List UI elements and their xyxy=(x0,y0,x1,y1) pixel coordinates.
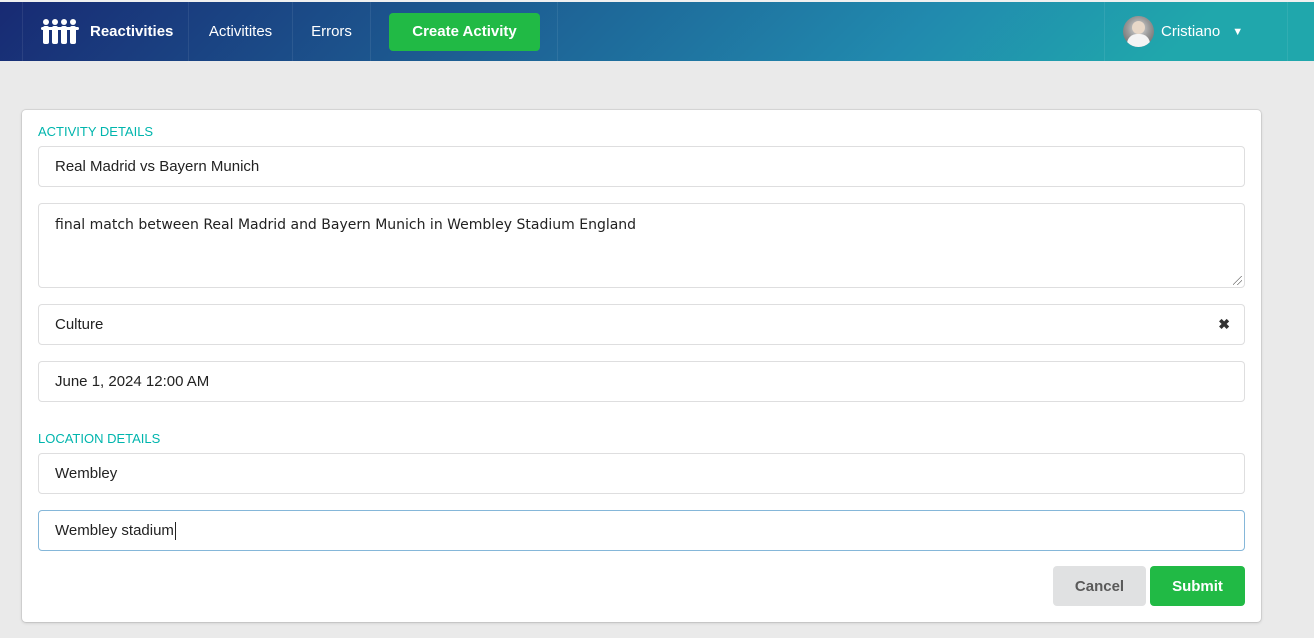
submit-button[interactable]: Submit xyxy=(1150,566,1245,606)
date-input[interactable]: June 1, 2024 12:00 AM xyxy=(38,361,1245,402)
description-textarea[interactable]: final match between Real Madrid and Baye… xyxy=(38,203,1245,288)
category-value: Culture xyxy=(55,316,104,333)
group-icon xyxy=(41,18,79,44)
description-text: final match between Real Madrid and Baye… xyxy=(55,217,637,233)
close-icon[interactable]: ✖ xyxy=(1218,316,1230,333)
caret-down-icon: ▼ xyxy=(1232,25,1244,38)
nav-activities[interactable]: Activitites xyxy=(189,2,293,61)
city-input[interactable]: Wembley xyxy=(38,453,1245,494)
text-cursor xyxy=(174,521,176,540)
resize-handle-icon[interactable] xyxy=(1233,276,1242,285)
venue-value: Wembley stadium xyxy=(55,522,174,539)
brand-link[interactable]: Reactivities xyxy=(22,2,189,61)
navbar: Reactivities Activitites Errors Create A… xyxy=(0,0,1314,61)
user-name: Cristiano xyxy=(1161,23,1221,40)
cancel-button[interactable]: Cancel xyxy=(1053,566,1146,606)
brand-label: Reactivities xyxy=(90,23,174,40)
nav-create-item: Create Activity xyxy=(371,2,558,61)
avatar xyxy=(1123,16,1154,47)
user-menu[interactable]: Cristiano ▼ xyxy=(1104,2,1288,61)
category-select[interactable]: Culture ✖ xyxy=(38,304,1245,345)
nav-errors[interactable]: Errors xyxy=(293,2,371,61)
title-input[interactable]: Real Madrid vs Bayern Munich xyxy=(38,146,1245,187)
location-details-header: LOCATION DETAILS xyxy=(38,431,161,446)
activity-form: ACTIVITY DETAILS Real Madrid vs Bayern M… xyxy=(22,110,1261,622)
venue-input[interactable]: Wembley stadium xyxy=(38,510,1245,551)
create-activity-button[interactable]: Create Activity xyxy=(389,12,540,51)
activity-details-header: ACTIVITY DETAILS xyxy=(38,124,154,139)
